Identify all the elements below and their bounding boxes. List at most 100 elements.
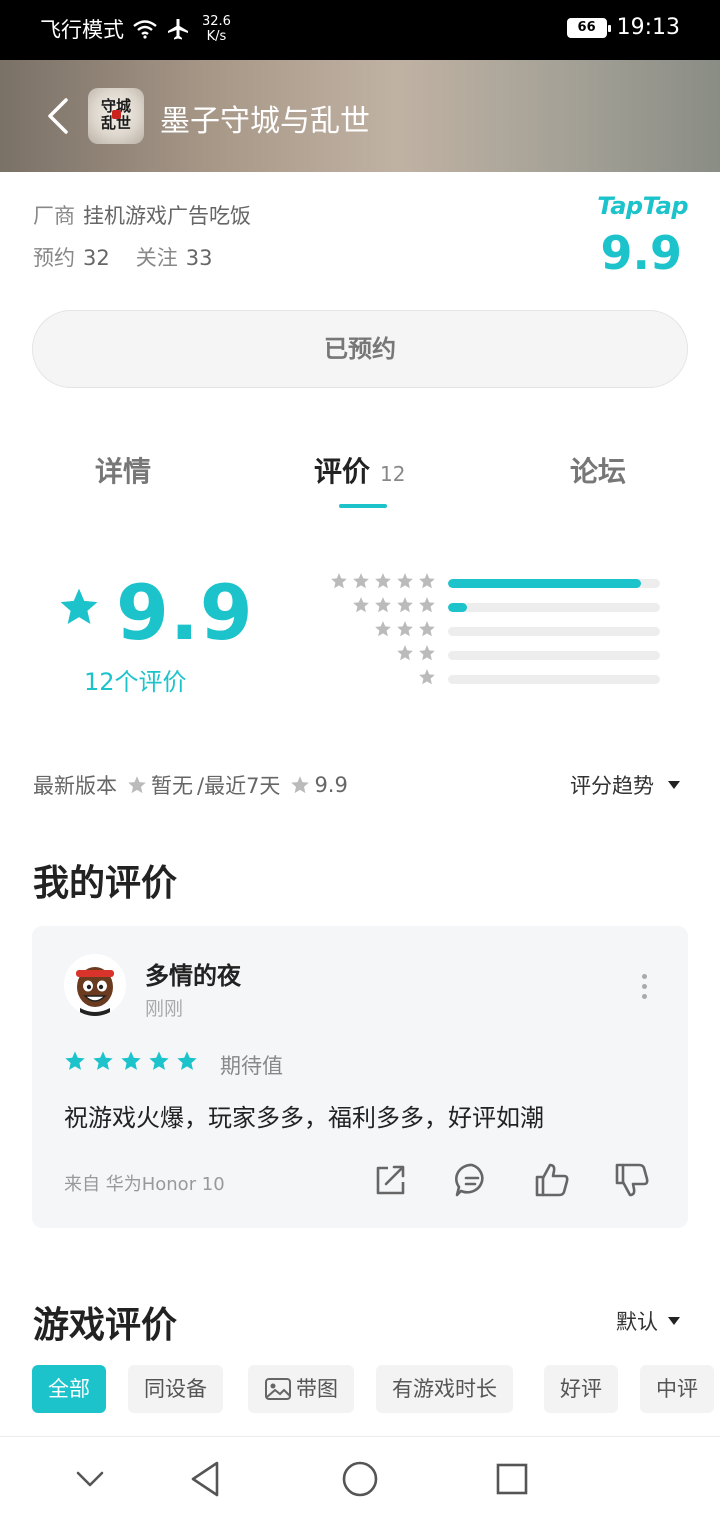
- recent-value: 9.9: [314, 773, 348, 797]
- image-icon: [265, 1378, 291, 1400]
- distribution-stars: [330, 572, 436, 590]
- star-icon: [93, 1051, 113, 1070]
- filter-all[interactable]: 全部: [32, 1365, 106, 1413]
- filter-all-label: 全部: [48, 1377, 90, 1401]
- status-right: 66 19:13: [566, 15, 680, 40]
- tab-forum[interactable]: 论坛: [570, 450, 626, 490]
- tab-reviews-count: 12: [380, 462, 406, 486]
- battery-icon: 66: [566, 17, 611, 38]
- distribution-row-2: [300, 644, 662, 668]
- distribution-stars: [396, 644, 436, 662]
- review-time: 刚刚: [145, 998, 184, 1020]
- star-icon: [419, 645, 435, 661]
- latest-version-label: 最新版本: [33, 774, 117, 798]
- my-review-card[interactable]: 多情的夜 刚刚 期待值 祝游戏火爆，玩家多多，福利多多，好评如潮 来自 华为Ho…: [32, 926, 688, 1228]
- star-icon: [331, 573, 347, 589]
- avatar[interactable]: [64, 954, 126, 1016]
- distribution-bar: [448, 675, 660, 684]
- wifi-icon: [133, 20, 157, 39]
- sort-label: 默认: [616, 1310, 658, 1334]
- status-left: 飞行模式 32.6 K/s: [40, 14, 231, 44]
- review-stars: [64, 1050, 198, 1072]
- star-icon: [65, 1051, 85, 1070]
- airplane-icon: [168, 19, 188, 40]
- distribution-bar: [448, 651, 660, 660]
- rating-trend-label: 评分趋势: [570, 774, 654, 798]
- star-icon: [149, 1051, 169, 1070]
- star-icon: [375, 573, 391, 589]
- my-review-title: 我的评价: [33, 863, 178, 904]
- network-speed: 32.6 K/s: [202, 14, 231, 44]
- filter-neutral-label: 中评: [656, 1377, 698, 1401]
- reserved-button[interactable]: 已预约: [32, 310, 688, 388]
- version-rating-line: 最新版本 暂无 /最近7天 9.9: [33, 770, 348, 800]
- app-info: 厂商 挂机游戏广告吃饭 预约 32 关注 33: [33, 200, 251, 284]
- tab-details[interactable]: 详情: [95, 450, 151, 490]
- taptap-score: 9.9: [600, 226, 683, 280]
- app-title: 墨子守城与乱世: [160, 104, 370, 139]
- tab-reviews[interactable]: 评价 12: [314, 450, 405, 490]
- nav-recents-icon[interactable]: [490, 1457, 534, 1501]
- thumbs-up-icon[interactable]: [532, 1160, 572, 1200]
- filter-playtime[interactable]: 有游戏时长: [376, 1365, 513, 1413]
- review-username[interactable]: 多情的夜: [145, 956, 241, 991]
- nav-back-icon[interactable]: [184, 1457, 228, 1501]
- caret-down-icon: [668, 781, 680, 789]
- app-icon: 守城乱世: [88, 88, 144, 144]
- caret-down-icon: [668, 1317, 680, 1325]
- review-text[interactable]: 祝游戏火爆，玩家多多，福利多多，好评如潮: [64, 1098, 544, 1133]
- recent-label: /最近7天: [197, 774, 281, 798]
- star-icon: [121, 1051, 141, 1070]
- distribution-bar: [448, 627, 660, 636]
- system-nav-bar: [0, 1436, 720, 1520]
- tab-reviews-label: 评价: [314, 455, 371, 488]
- filter-playtime-label: 有游戏时长: [392, 1377, 497, 1401]
- star-icon: [419, 621, 435, 637]
- vendor-value[interactable]: 挂机游戏广告吃饭: [83, 204, 251, 228]
- star-icon: [375, 597, 391, 613]
- distribution-row-5: [300, 572, 662, 596]
- follow-count: 33: [185, 246, 213, 270]
- distribution-fill: [448, 579, 641, 588]
- share-icon[interactable]: [370, 1160, 410, 1200]
- rating-score: 9.9: [116, 568, 254, 657]
- filter-with-image[interactable]: 带图: [248, 1365, 354, 1413]
- star-icon: [375, 621, 391, 637]
- nav-home-icon[interactable]: [338, 1457, 382, 1501]
- distribution-row-3: [300, 620, 662, 644]
- star-icon: [291, 776, 310, 794]
- back-icon[interactable]: [40, 94, 76, 138]
- latest-version-value: 暂无: [151, 774, 193, 798]
- app-icon-seal: [112, 110, 121, 119]
- star-icon: [419, 669, 435, 685]
- star-icon: [419, 597, 435, 613]
- thumbs-down-icon[interactable]: [612, 1160, 652, 1200]
- rating-count: 12个评价: [84, 668, 187, 696]
- tab-forum-label: 论坛: [570, 455, 627, 488]
- filter-same-device-label: 同设备: [144, 1377, 207, 1401]
- more-options-icon[interactable]: [642, 974, 648, 1000]
- taptap-logo: TapTap: [597, 192, 688, 220]
- review-tag: 期待值: [220, 1054, 283, 1078]
- status-bar: 飞行模式 32.6 K/s 66 19:13: [0, 0, 720, 60]
- comment-icon[interactable]: [452, 1160, 492, 1200]
- tab-indicator: [339, 504, 387, 508]
- star-icon: [397, 645, 413, 661]
- star-icon: [397, 597, 413, 613]
- reserve-count: 32: [83, 246, 110, 270]
- sort-dropdown[interactable]: 默认: [616, 1306, 680, 1336]
- star-icon: [419, 573, 435, 589]
- filter-neutral[interactable]: 中评: [640, 1365, 714, 1413]
- speed-unit: K/s: [206, 29, 227, 44]
- filter-same-device[interactable]: 同设备: [128, 1365, 223, 1413]
- rating-trend-dropdown[interactable]: 评分趋势: [570, 770, 680, 800]
- distribution-row-1: [300, 668, 662, 692]
- filter-positive[interactable]: 好评: [544, 1365, 618, 1413]
- star-icon: [353, 573, 369, 589]
- star-icon: [177, 1051, 197, 1070]
- game-reviews-title: 游戏评价: [33, 1305, 178, 1346]
- star-icon: [128, 776, 146, 794]
- follow-label: 关注: [135, 246, 178, 270]
- distribution-stars: [374, 620, 436, 638]
- collapse-icon[interactable]: [68, 1457, 112, 1501]
